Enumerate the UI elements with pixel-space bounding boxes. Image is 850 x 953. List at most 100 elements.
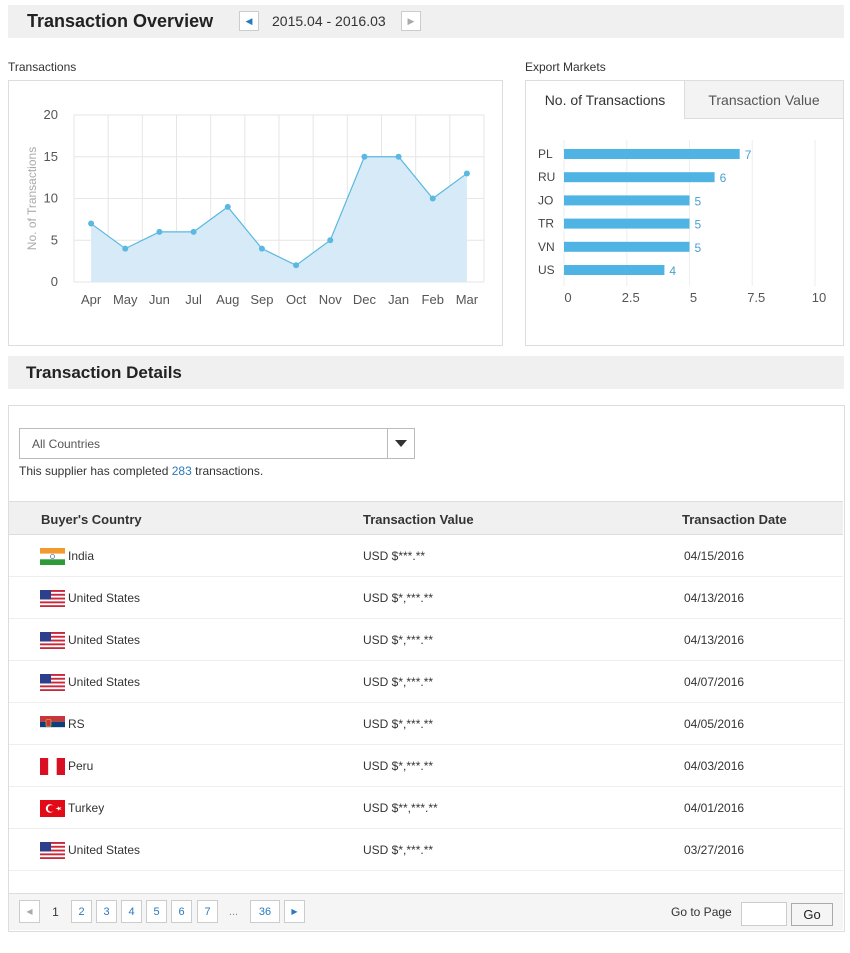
peru-flag-icon: [40, 758, 65, 775]
row-date: 04/01/2016: [684, 801, 745, 815]
data-point: [190, 228, 197, 235]
us-flag-icon: [40, 590, 65, 607]
page-link-5[interactable]: 5: [146, 900, 167, 923]
table-row: United States USD $*,***.** 03/27/2016: [9, 829, 843, 871]
triangle-left-icon: ◀: [26, 907, 33, 916]
page-link-3[interactable]: 3: [96, 900, 117, 923]
page-link-7[interactable]: 7: [197, 900, 218, 923]
col-transaction-value: Transaction Value: [363, 512, 474, 527]
export-markets-panel: No. of Transactions Transaction Value 0 2…: [525, 80, 844, 346]
page-ellipsis: ...: [228, 905, 239, 918]
x-tick-label: 7.5: [747, 290, 765, 305]
goto-page-label: Go to Page: [671, 905, 732, 919]
data-point: [224, 203, 231, 210]
x-tick-label: Sep: [250, 292, 273, 307]
page-link-6[interactable]: 6: [171, 900, 192, 923]
page-link-last[interactable]: 36: [250, 900, 280, 923]
page-link-2[interactable]: 2: [71, 900, 92, 923]
transactions-line-chart: 0 5 10 15 20 Apr May Jun Jul Aug Sep Oct Nov Dec Jan Fe…: [25, 107, 485, 307]
x-tick-label: Jan: [388, 292, 409, 307]
tab-transaction-value[interactable]: Transaction Value: [685, 81, 843, 119]
data-point: [361, 153, 368, 160]
bar-category-label: JO: [538, 193, 553, 207]
table-row: Turkey USD $**,***.** 04/01/2016: [9, 787, 843, 829]
x-tick-label: 0: [564, 290, 571, 305]
bar-value-label: 4: [669, 264, 676, 278]
bar-value-label: 5: [695, 241, 702, 255]
row-value: USD $**,***.**: [363, 801, 438, 815]
x-tick-label: Jun: [149, 292, 170, 307]
row-value: USD $*,***.**: [363, 591, 434, 605]
bar: [564, 218, 690, 229]
row-country: India: [68, 549, 95, 563]
prev-page-button[interactable]: ◀: [19, 900, 40, 923]
table-row: United States USD $*,***.** 04/13/2016: [9, 619, 843, 661]
bar: [564, 241, 690, 252]
turkey-flag-icon: [40, 800, 65, 817]
next-page-button[interactable]: ▶: [284, 900, 305, 923]
bar-value-label: 5: [695, 194, 702, 208]
overview-title: Transaction Overview: [27, 11, 214, 31]
bar-value-label: 5: [695, 218, 702, 232]
us-flag-icon: [40, 674, 65, 691]
table-row: RS USD $*,***.** 04/05/2016: [9, 703, 843, 745]
y-tick-label: 15: [44, 149, 58, 164]
bar-category-label: TR: [538, 217, 554, 231]
data-point: [395, 153, 402, 160]
serbia-flag-icon: [40, 716, 65, 733]
bar: [564, 265, 665, 275]
data-point: [88, 220, 95, 227]
data-point: [258, 245, 265, 252]
row-date: 04/05/2016: [684, 717, 745, 731]
page-link-4[interactable]: 4: [121, 900, 142, 923]
row-country: United States: [68, 633, 141, 647]
y-tick-label: 10: [44, 191, 58, 206]
bar-category-label: VN: [538, 240, 555, 254]
row-value: USD $*,***.**: [363, 717, 434, 731]
x-tick-label: Nov: [319, 292, 343, 307]
x-tick-label: Aug: [216, 292, 239, 307]
y-tick-label: 20: [44, 107, 58, 122]
goto-page-input[interactable]: [741, 902, 787, 926]
prev-period-button[interactable]: ◀: [239, 11, 259, 31]
row-value: USD $*,***.**: [363, 759, 434, 773]
row-date: 04/13/2016: [684, 633, 745, 647]
summary-prefix: This supplier has completed: [19, 464, 172, 478]
next-period-button[interactable]: ▶: [401, 11, 421, 31]
row-country: Turkey: [68, 801, 105, 815]
bar: [564, 172, 715, 183]
x-tick-label: Feb: [422, 292, 444, 307]
country-filter-value: All Countries: [32, 437, 101, 451]
transactions-label: Transactions: [8, 60, 77, 74]
data-point: [293, 262, 300, 269]
x-tick-label: 10: [812, 290, 826, 305]
x-tick-label: May: [113, 292, 138, 307]
bar-value-label: 7: [745, 148, 752, 162]
bar-value-label: 6: [720, 171, 727, 185]
row-value: USD $*,***.**: [363, 843, 434, 857]
country-filter-select[interactable]: All Countries: [19, 428, 415, 459]
tab-no-of-transactions[interactable]: No. of Transactions: [526, 81, 685, 119]
table-row: India USD $***.** 04/15/2016: [9, 535, 843, 577]
table-row: United States USD $*,***.** 04/07/2016: [9, 661, 843, 703]
bar: [564, 195, 690, 206]
x-tick-label: Dec: [353, 292, 377, 307]
x-tick-label: 5: [690, 290, 697, 305]
caret-down-icon[interactable]: [387, 429, 414, 458]
export-markets-label: Export Markets: [525, 60, 606, 74]
row-country: RS: [68, 717, 85, 731]
data-point: [463, 170, 470, 177]
y-tick-label: 5: [51, 232, 58, 247]
us-flag-icon: [40, 842, 65, 859]
details-title: Transaction Details: [26, 363, 182, 382]
triangle-left-icon: ◀: [245, 15, 253, 26]
row-country: United States: [68, 675, 141, 689]
y-tick-label: 0: [51, 274, 58, 289]
bar-category-label: RU: [538, 170, 555, 184]
data-point: [327, 237, 334, 244]
go-button[interactable]: Go: [791, 903, 833, 926]
row-country: Peru: [68, 759, 94, 773]
transactions-chart-panel: 0 5 10 15 20 Apr May Jun Jul Aug Sep Oct Nov Dec Jan Fe…: [8, 80, 503, 346]
x-tick-label: Oct: [286, 292, 307, 307]
row-date: 04/13/2016: [684, 591, 745, 605]
